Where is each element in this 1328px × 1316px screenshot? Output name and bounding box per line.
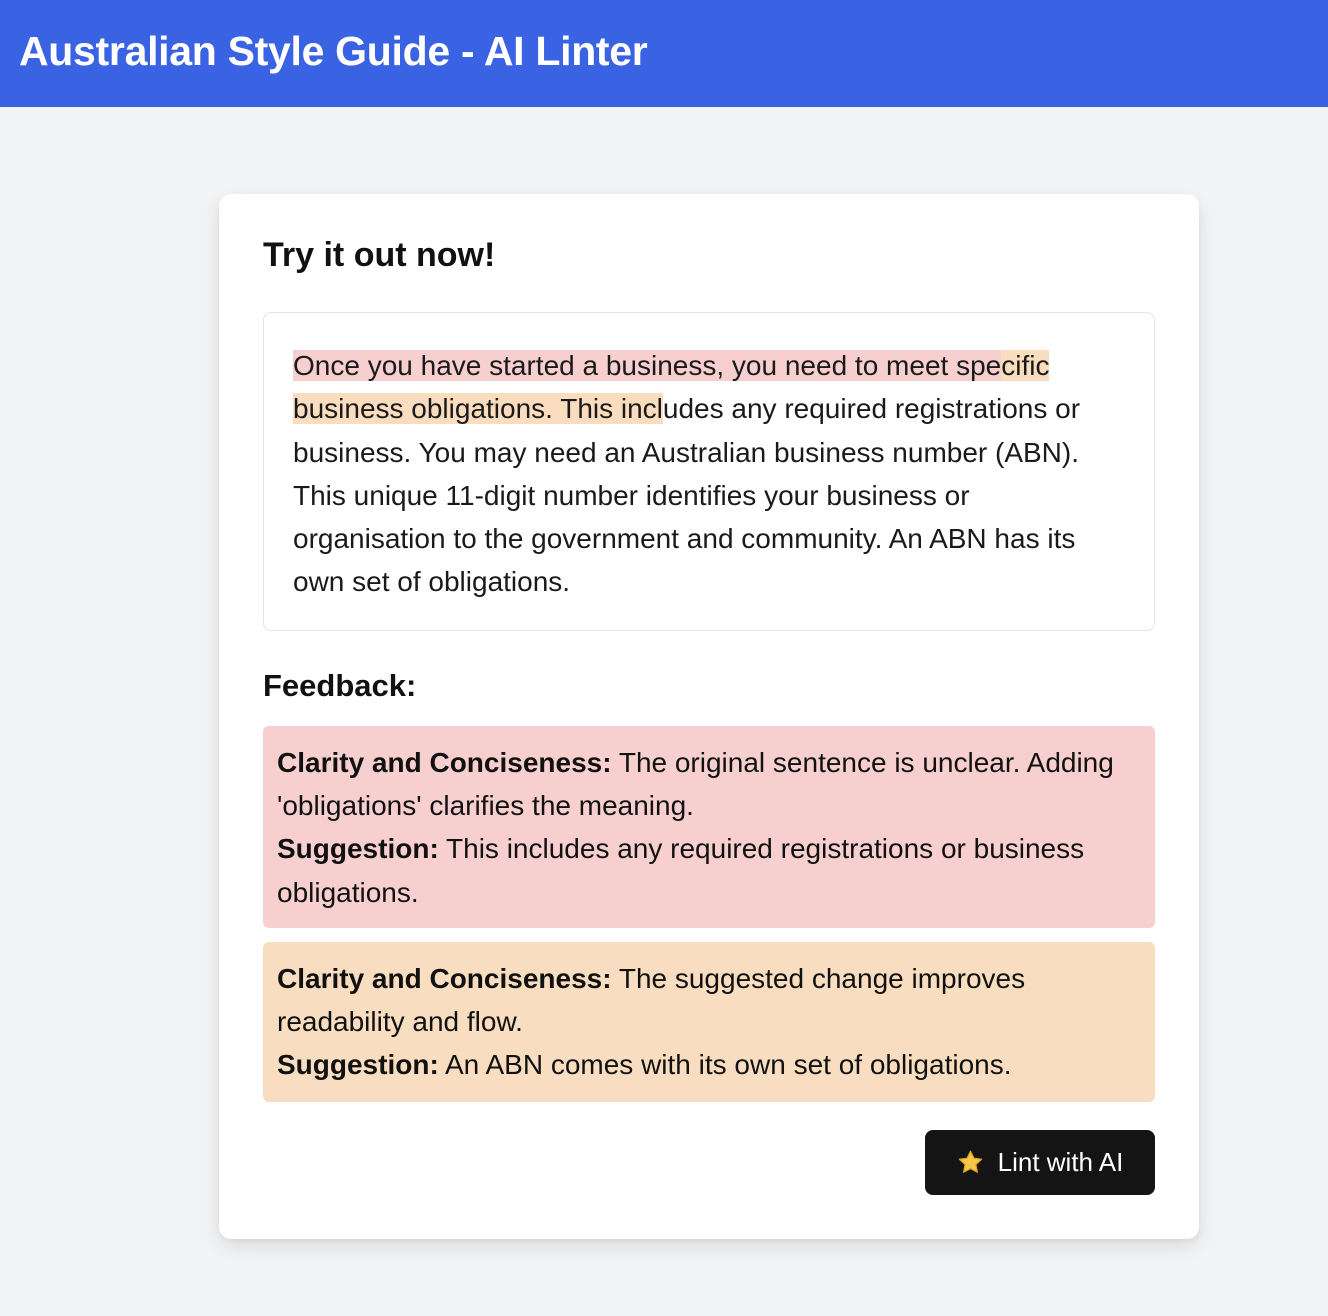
feedback-title: Feedback:: [263, 668, 417, 703]
linter-card: Try it out now! Once you have started a …: [219, 194, 1199, 1239]
highlight-issue-1[interactable]: Once you have started a business, you ne…: [293, 350, 1002, 381]
lint-with-ai-button[interactable]: Lint with AI: [925, 1130, 1155, 1195]
feedback-item: Clarity and Conciseness: The suggested c…: [263, 942, 1155, 1102]
button-label: Lint with AI: [997, 1147, 1124, 1177]
highlight-issue-overlap[interactable]: cific: [1001, 350, 1050, 381]
feedback-category: Clarity and Conciseness:: [277, 747, 612, 778]
feedback-category: Clarity and Conciseness:: [277, 963, 612, 994]
highlight-issue-2[interactable]: business obligations. This incl: [293, 393, 663, 425]
action-row: Lint with AI: [263, 1130, 1155, 1195]
app-header: Australian Style Guide - AI Linter: [0, 0, 1328, 107]
app-title: Australian Style Guide - AI Linter: [19, 28, 648, 74]
feedback-item: Clarity and Conciseness: The original se…: [263, 726, 1155, 928]
card-title: Try it out now!: [263, 236, 496, 274]
star-icon: [958, 1150, 982, 1173]
suggestion-label: Suggestion:: [277, 833, 439, 865]
text-editor[interactable]: Once you have started a business, you ne…: [263, 312, 1155, 631]
suggestion-label: Suggestion:: [277, 1049, 439, 1081]
suggestion-text: An ABN comes with its own set of obligat…: [438, 1049, 1012, 1081]
